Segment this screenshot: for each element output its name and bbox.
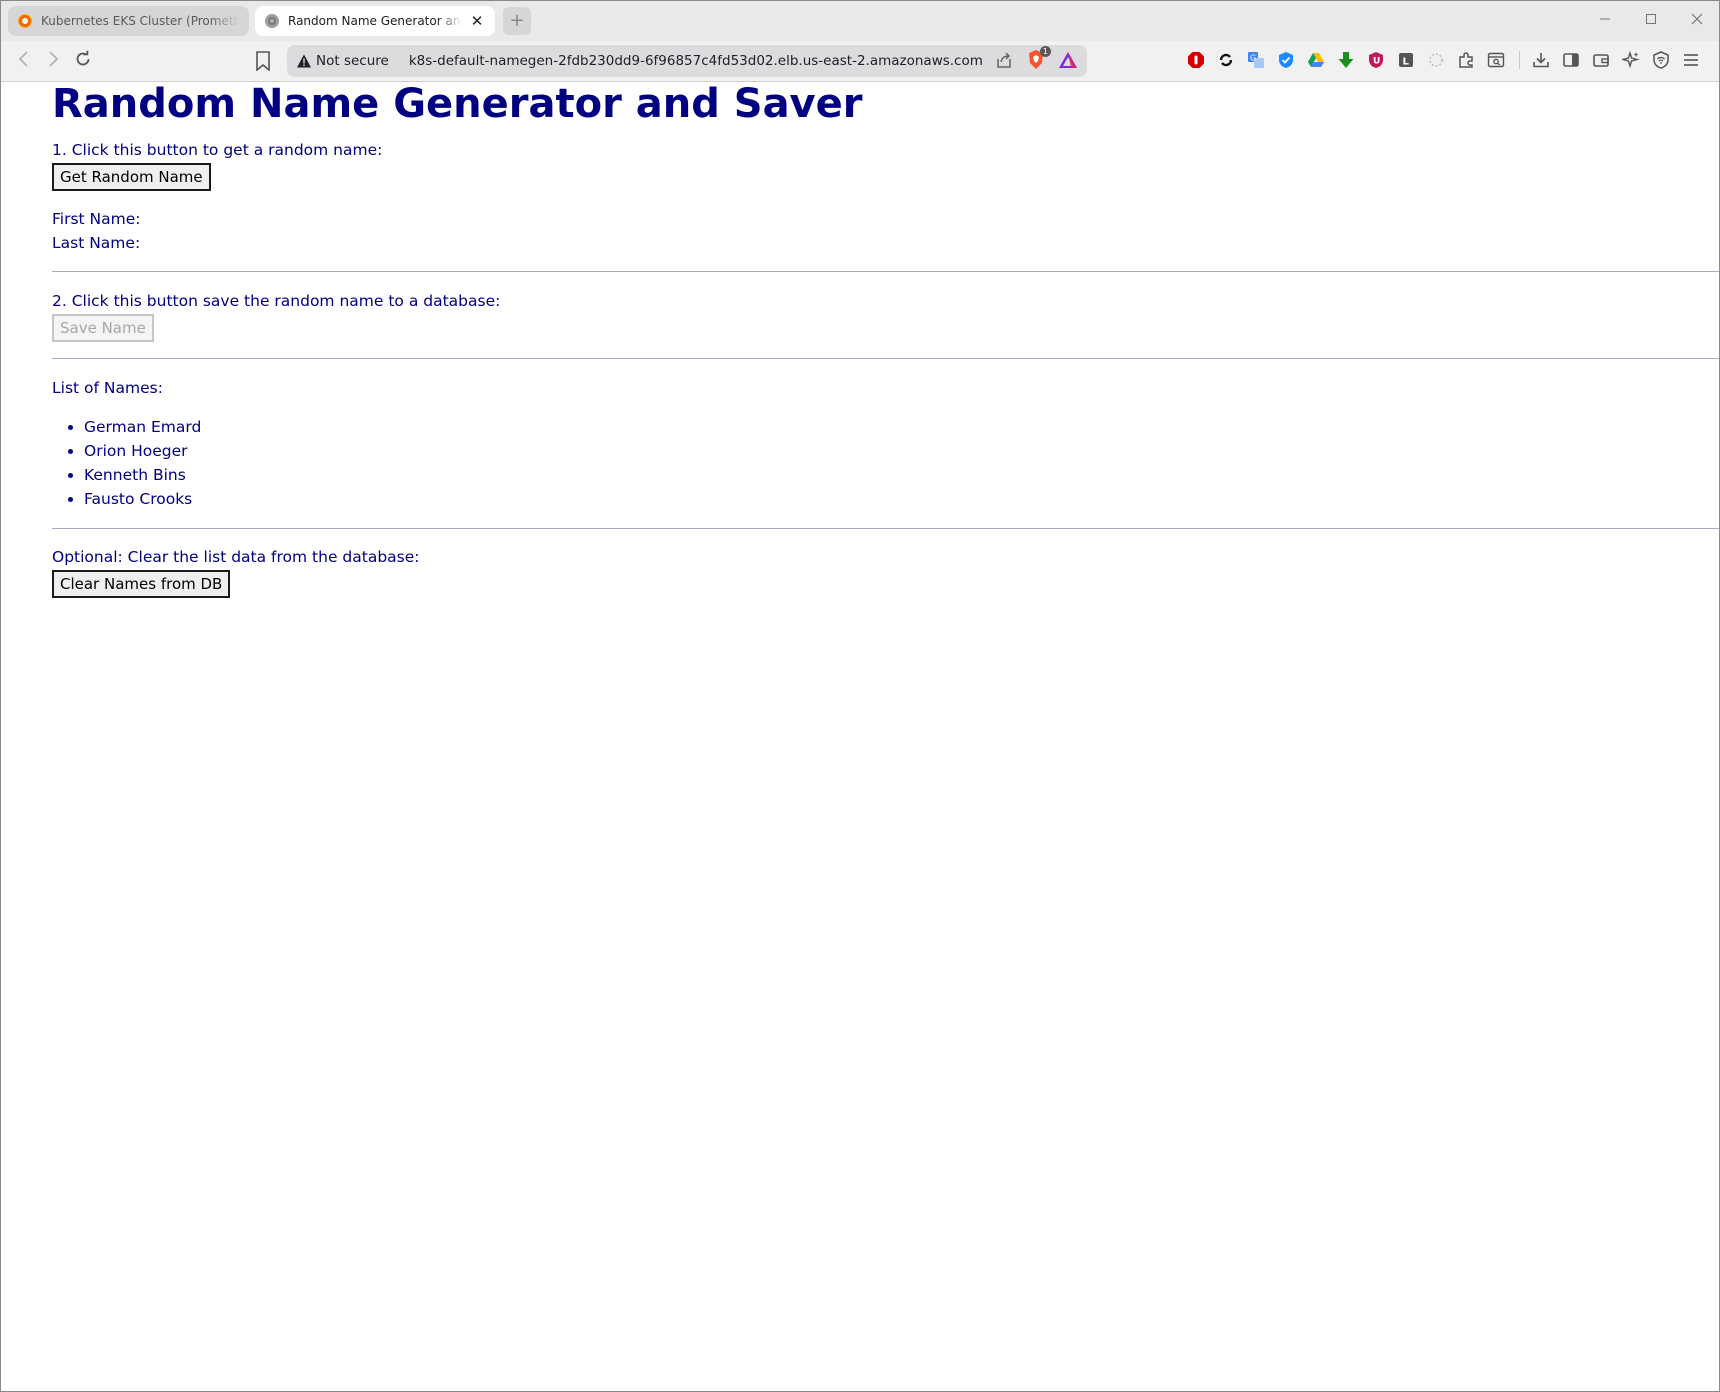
- new-tab-button[interactable]: +: [503, 7, 531, 35]
- page-title: Random Name Generator and Saver: [52, 81, 863, 127]
- l-square-icon: L: [1399, 53, 1413, 68]
- save-name-button[interactable]: Save Name: [52, 314, 154, 342]
- wallet-icon: [1593, 54, 1609, 67]
- page-content: Random Name Generator and Saver 1. Click…: [1, 81, 1719, 1391]
- names-list: German Emard Orion Hoeger Kenneth Bins F…: [52, 415, 201, 511]
- hamburger-menu-icon: [1684, 54, 1698, 66]
- sparkle-icon: [1622, 51, 1640, 69]
- dotted-circle-icon: [1429, 53, 1443, 67]
- grafana-icon: [18, 14, 32, 28]
- sidebar-icon: [1563, 53, 1579, 67]
- list-item: Kenneth Bins: [84, 463, 201, 487]
- url-text: k8s-default-namegen-2fdb230dd9-6f96857c4…: [408, 53, 983, 69]
- svg-text:L: L: [1403, 57, 1410, 68]
- tab-title: Random Name Generator and Saver: [288, 14, 463, 28]
- divider: [52, 271, 1719, 272]
- ext-sync-button[interactable]: [1215, 49, 1237, 71]
- back-arrow-icon: [18, 51, 28, 67]
- last-name-label: Last Name:: [52, 234, 141, 252]
- first-name-label: First Name:: [52, 210, 141, 228]
- forward-button[interactable]: [41, 50, 65, 74]
- puzzle-icon: [1459, 52, 1473, 68]
- ext-shield-check-button[interactable]: [1275, 49, 1297, 71]
- clear-names-button[interactable]: Clear Names from DB: [52, 570, 231, 598]
- extensions-bar: G U L: [1185, 49, 1710, 71]
- shield-check-icon: [1279, 52, 1293, 68]
- search-tab-button[interactable]: [1485, 49, 1507, 71]
- toolbar-separator: [1519, 51, 1520, 69]
- close-icon: [1691, 13, 1703, 25]
- sidebar-button[interactable]: [1560, 49, 1582, 71]
- tab-strip: Kubernetes EKS Cluster (Prometheus) Rand…: [1, 1, 1719, 41]
- reload-button[interactable]: [71, 50, 95, 74]
- leo-ai-button[interactable]: [1620, 49, 1642, 71]
- vpn-button[interactable]: [1650, 49, 1672, 71]
- back-button[interactable]: [12, 50, 36, 74]
- maximize-icon: [1646, 14, 1656, 24]
- ext-adblock-button[interactable]: [1185, 49, 1207, 71]
- list-of-names-label: List of Names:: [52, 379, 163, 397]
- download-icon: [1533, 53, 1549, 68]
- globe-icon: [265, 14, 279, 28]
- search-window-icon: [1487, 52, 1505, 68]
- step1-label: 1. Click this button to get a random nam…: [52, 141, 383, 159]
- clear-label: Optional: Clear the list data from the d…: [52, 548, 420, 566]
- ext-download-button[interactable]: [1335, 49, 1357, 71]
- vpn-shield-icon: [1653, 51, 1669, 69]
- tab-title: Kubernetes EKS Cluster (Prometheus): [41, 14, 239, 28]
- bookmark-icon[interactable]: [255, 51, 271, 71]
- list-item: German Emard: [84, 415, 201, 439]
- minimize-icon: [1600, 18, 1610, 20]
- translate-icon: G: [1248, 52, 1264, 68]
- downloads-button[interactable]: [1530, 49, 1552, 71]
- green-download-arrow-icon: [1338, 52, 1354, 68]
- reload-icon: [76, 50, 90, 66]
- ext-google-drive-button[interactable]: [1305, 49, 1327, 71]
- warning-icon: [297, 54, 311, 68]
- svg-text:G: G: [1250, 54, 1256, 63]
- u-shield-icon: U: [1369, 52, 1383, 68]
- brave-shields-button[interactable]: 1: [1025, 46, 1051, 71]
- share-icon: [997, 52, 1011, 68]
- browser-toolbar: Not secure k8s-default-namegen-2fdb230dd…: [1, 41, 1719, 82]
- menu-button[interactable]: [1680, 49, 1702, 71]
- list-item: Fausto Crooks: [84, 487, 201, 511]
- ext-translate-button[interactable]: G: [1245, 49, 1267, 71]
- close-tab-icon[interactable]: ✕: [469, 12, 485, 30]
- ext-l-button[interactable]: L: [1395, 49, 1417, 71]
- google-drive-icon: [1308, 53, 1324, 67]
- wallet-button[interactable]: [1590, 49, 1612, 71]
- ext-u-button[interactable]: U: [1365, 49, 1387, 71]
- extensions-button[interactable]: [1455, 49, 1477, 71]
- share-button[interactable]: [993, 49, 1015, 71]
- forward-arrow-icon: [49, 51, 59, 67]
- sync-icon: [1219, 53, 1233, 67]
- minimize-button[interactable]: [1585, 9, 1625, 33]
- get-random-name-button[interactable]: Get Random Name: [52, 163, 211, 191]
- tab-random-name-generator[interactable]: Random Name Generator and Saver ✕: [255, 6, 495, 36]
- brave-rewards-triangle-icon: [1059, 52, 1077, 68]
- tab-kubernetes-eks[interactable]: Kubernetes EKS Cluster (Prometheus): [8, 6, 249, 36]
- stop-sign-icon: [1188, 52, 1204, 68]
- brave-rewards-button[interactable]: [1057, 49, 1079, 71]
- step2-label: 2. Click this button save the random nam…: [52, 292, 501, 310]
- browser-window: Kubernetes EKS Cluster (Prometheus) Rand…: [0, 0, 1720, 1392]
- divider: [52, 358, 1719, 359]
- address-bar[interactable]: Not secure k8s-default-namegen-2fdb230dd…: [287, 45, 1087, 77]
- close-window-button[interactable]: [1677, 9, 1717, 33]
- ext-dotted-circle-button[interactable]: [1425, 49, 1447, 71]
- list-item: Orion Hoeger: [84, 439, 201, 463]
- address-bar-actions: 1: [993, 46, 1079, 71]
- maximize-button[interactable]: [1631, 9, 1671, 33]
- shield-count-badge: 1: [1039, 46, 1051, 57]
- security-label: Not secure: [316, 53, 389, 69]
- divider: [52, 528, 1719, 529]
- svg-text:U: U: [1373, 57, 1380, 67]
